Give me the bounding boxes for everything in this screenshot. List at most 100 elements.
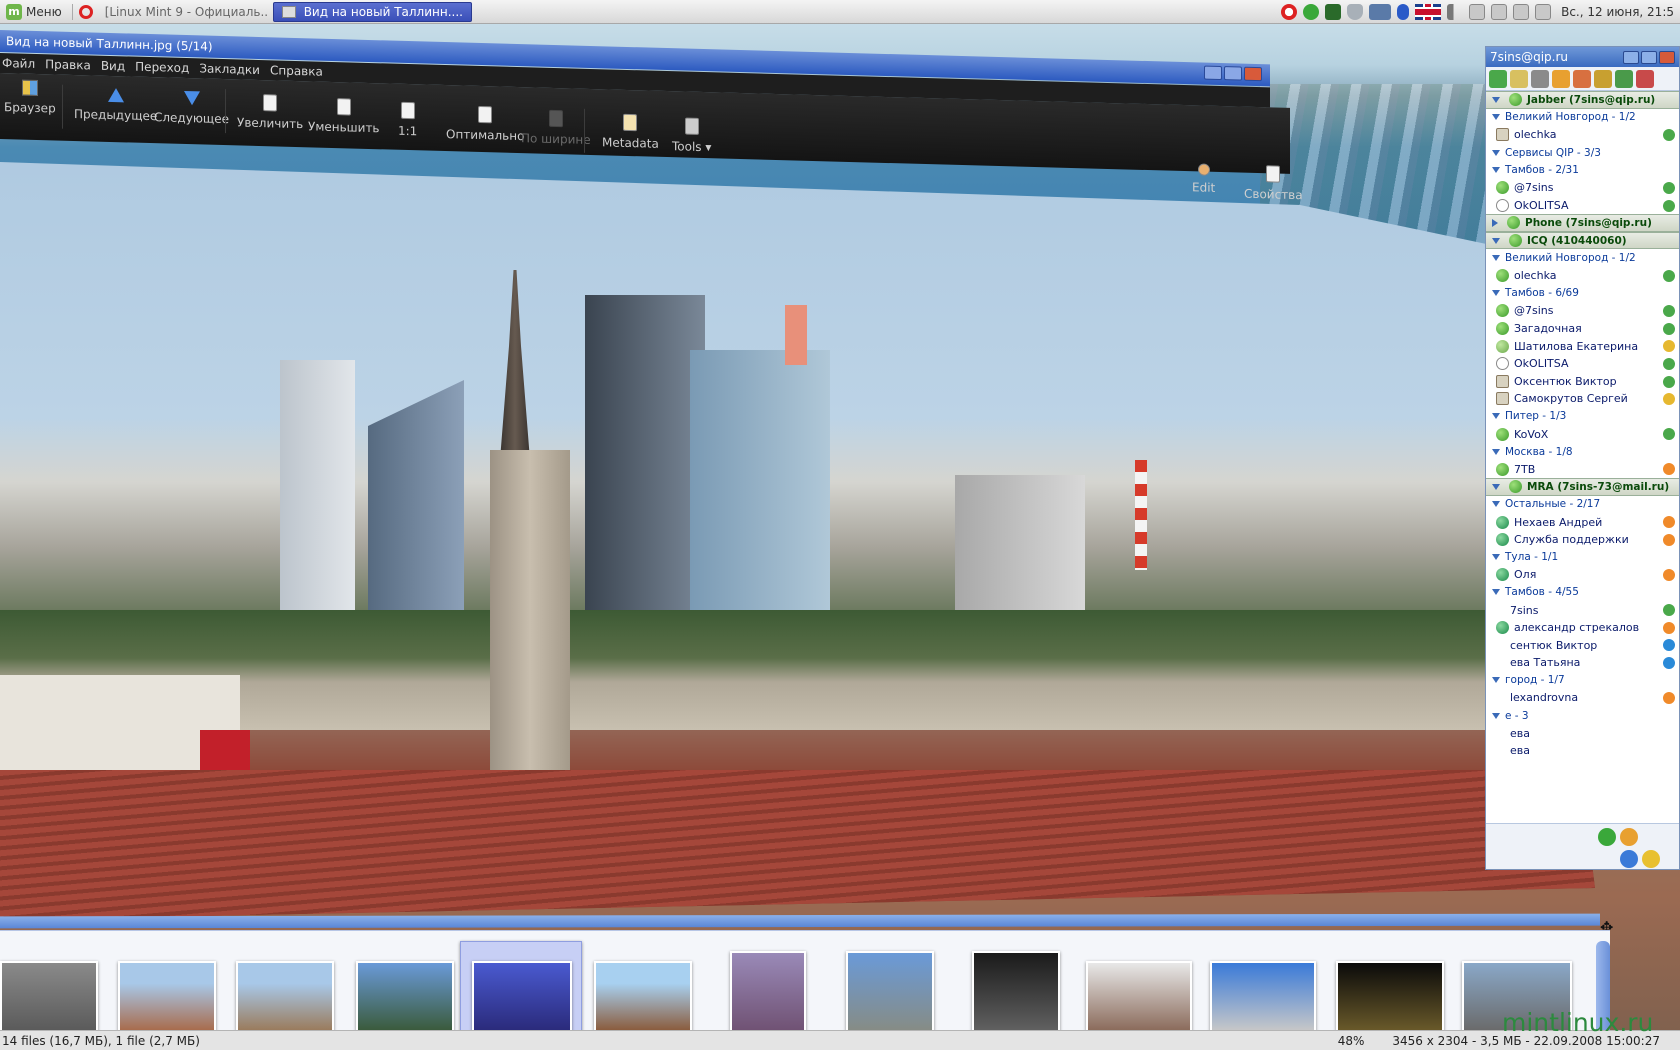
workspace-4-icon[interactable] [1535, 3, 1552, 20]
qip-group-header[interactable]: Тамбов - 6/69 [1486, 285, 1679, 303]
workspace-2-icon[interactable] [1491, 3, 1508, 20]
menu-go[interactable]: Переход [135, 60, 189, 75]
taskbar-item-browser[interactable]: [Linux Mint 9 - Официаль... [97, 2, 267, 22]
qip-contact[interactable]: @7sins [1486, 179, 1679, 197]
thumbnail[interactable] [356, 961, 454, 1033]
menu-help[interactable]: Справка [270, 63, 323, 78]
metadata-button[interactable]: Metadata [602, 113, 659, 151]
qip-contact[interactable]: KoVoX [1486, 425, 1679, 443]
taskbar-item-image-viewer[interactable]: Вид на новый Таллинн.... [272, 1, 472, 22]
workspace-3-icon[interactable] [1513, 3, 1530, 20]
qip-contact[interactable]: lexandrovna [1486, 689, 1679, 707]
qip-group-header[interactable]: Великий Новгород - 1/2 [1486, 249, 1679, 267]
opera-icon[interactable] [1281, 3, 1298, 20]
maximize-button[interactable] [1224, 66, 1242, 81]
qip-contact[interactable]: OkOLITSA [1486, 197, 1679, 215]
next-button[interactable]: Следующее [154, 90, 229, 126]
qip-minimize-button[interactable] [1623, 50, 1639, 64]
qip-close-button[interactable] [1659, 50, 1675, 64]
fit-width-button[interactable]: По ширине [521, 109, 591, 147]
zoom-1-1-button[interactable]: 1:1 [398, 101, 417, 138]
qip-contact[interactable]: 7ТВ [1486, 460, 1679, 478]
shield-icon[interactable] [1347, 3, 1364, 20]
keyboard-layout-uk-flag-icon[interactable] [1415, 3, 1442, 20]
sound-icon[interactable] [1531, 69, 1549, 88]
minimize-button[interactable] [1204, 65, 1222, 81]
qip-contact[interactable]: ева Татьяна [1486, 654, 1679, 672]
qip-contact[interactable]: @7sins [1486, 302, 1679, 320]
qip-group-header[interactable]: Великий Новгород - 1/2 [1486, 109, 1679, 127]
browser-button[interactable]: Браузер [4, 79, 56, 116]
panel-clock[interactable]: Вс., 12 июня, 21:5 [1561, 5, 1674, 19]
qip-contact[interactable]: 7sins [1486, 601, 1679, 619]
network-icon[interactable] [1369, 3, 1392, 20]
close-button[interactable] [1244, 66, 1262, 82]
qip-account-header[interactable]: MRA (7sins-73@mail.ru) [1486, 478, 1679, 496]
image-horizontal-scrollbar[interactable] [0, 913, 1600, 929]
qip-contact[interactable]: ева [1486, 742, 1679, 760]
qip-group-header[interactable]: Тула - 1/1 [1486, 548, 1679, 566]
qip-contact[interactable]: ева [1486, 724, 1679, 742]
opera-launcher-icon[interactable] [78, 4, 93, 19]
status-icon[interactable] [1489, 69, 1507, 88]
qip-contact[interactable]: сентюк Виктор [1486, 636, 1679, 654]
menu-file[interactable]: Файл [2, 56, 35, 71]
properties-button[interactable]: Свойства [1244, 165, 1303, 202]
qip-group-header[interactable]: Питер - 1/3 [1486, 408, 1679, 426]
add-contact-icon[interactable] [1615, 69, 1633, 88]
previous-button[interactable]: Предыдущее [74, 87, 157, 123]
qip-group-header[interactable]: е - 3 [1486, 707, 1679, 725]
thumbnail[interactable] [118, 961, 216, 1033]
qip-contact[interactable]: Нехаев Андрей [1486, 513, 1679, 531]
qip-icon[interactable] [1325, 3, 1342, 20]
menu-edit[interactable]: Правка [45, 57, 91, 72]
qip-group-header[interactable]: Тамбов - 2/31 [1486, 161, 1679, 179]
workspace-1-icon[interactable] [1469, 3, 1486, 20]
thumbnail-selected[interactable] [472, 961, 572, 1033]
qip-contact[interactable]: александр стрекалов [1486, 619, 1679, 637]
thumbnail[interactable] [1086, 961, 1192, 1033]
qip-contact[interactable]: olechka [1486, 267, 1679, 285]
main-menu-button[interactable]: m Меню [0, 0, 70, 23]
shield-check-icon[interactable] [1303, 3, 1320, 20]
user-icon[interactable] [1642, 850, 1660, 868]
edit-button[interactable]: Edit [1192, 163, 1215, 195]
qip-contact[interactable]: Оля [1486, 566, 1679, 584]
qip-maximize-button[interactable] [1641, 50, 1657, 64]
qip-group-header[interactable]: город - 1/7 [1486, 672, 1679, 690]
history-icon[interactable] [1510, 69, 1528, 88]
search-icon[interactable] [1594, 69, 1612, 88]
qip-account-header[interactable]: ICQ (410440060) [1486, 231, 1679, 250]
qip-contact[interactable]: OkOLITSA [1486, 355, 1679, 373]
bluetooth-icon[interactable] [1397, 3, 1410, 20]
qip-contact[interactable]: Загадочная [1486, 320, 1679, 338]
mail-icon[interactable] [1620, 850, 1638, 868]
phone-icon[interactable] [1598, 828, 1616, 846]
tools-button[interactable]: Tools ▾ [672, 117, 711, 154]
thumbnail[interactable] [0, 961, 98, 1033]
qip-contact[interactable]: olechka [1486, 126, 1679, 144]
qip-account-header[interactable]: Jabber (7sins@qip.ru) [1486, 91, 1679, 109]
zoom-fit-button[interactable]: Оптимально [446, 105, 524, 143]
qip-contact[interactable]: Самокрутов Сергей [1486, 390, 1679, 408]
qip-contact[interactable]: Служба поддержки [1486, 531, 1679, 549]
menu-view[interactable]: Вид [101, 59, 125, 74]
status-menu-icon[interactable] [1620, 828, 1638, 846]
zoom-out-button[interactable]: Уменьшить [308, 97, 380, 135]
volume-icon[interactable] [1447, 3, 1464, 20]
qip-group-header[interactable]: Тамбов - 4/55 [1486, 584, 1679, 602]
qip-titlebar[interactable]: 7sins@qip.ru [1486, 47, 1679, 67]
qip-group-header[interactable]: Москва - 1/8 [1486, 443, 1679, 461]
thumbnail[interactable] [594, 961, 692, 1033]
qip-contact[interactable]: Оксентюк Виктор [1486, 373, 1679, 391]
settings-icon[interactable] [1636, 69, 1654, 88]
qip-group-header[interactable]: Остальные - 2/17 [1486, 496, 1679, 514]
calendar-icon[interactable] [1573, 69, 1591, 88]
menu-bookmarks[interactable]: Закладки [199, 61, 260, 77]
zoom-in-button[interactable]: Увеличить [237, 93, 303, 131]
thumbnail[interactable] [1210, 961, 1316, 1033]
qip-contact[interactable]: Шатилова Екатерина [1486, 337, 1679, 355]
folder-icon[interactable] [1552, 69, 1570, 88]
thumbnail[interactable] [236, 961, 334, 1033]
qip-account-header[interactable]: Phone (7sins@qip.ru) [1486, 214, 1679, 232]
